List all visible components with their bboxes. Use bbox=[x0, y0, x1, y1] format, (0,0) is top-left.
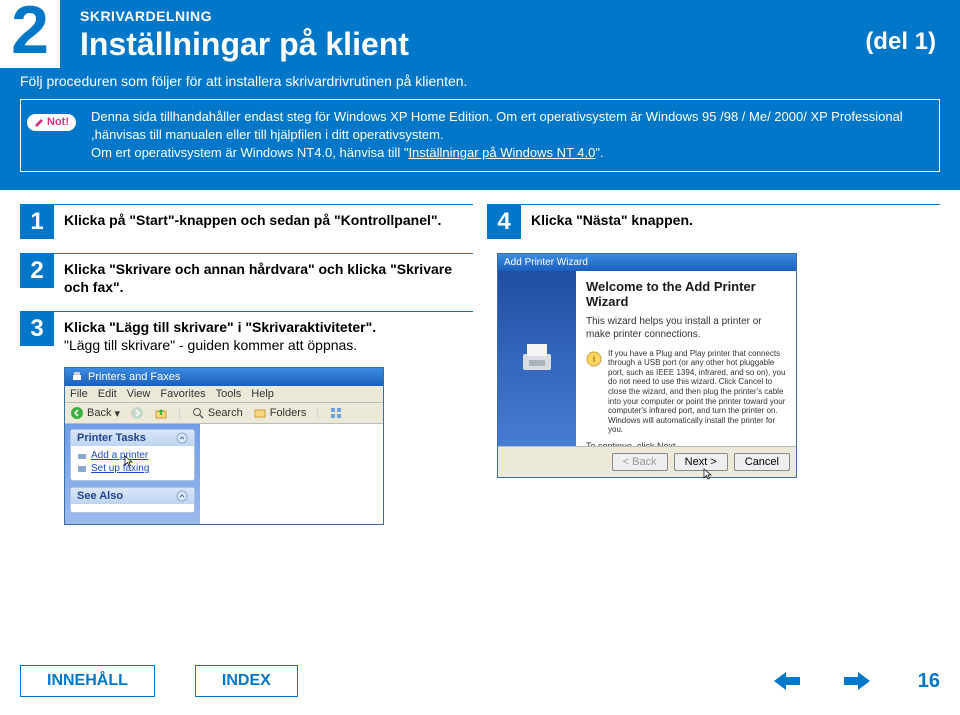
footer-nav: INNEHÅLL INDEX 16 bbox=[20, 665, 940, 697]
wizard-footer: < Back Next > Cancel bbox=[498, 446, 796, 477]
printer-graphic-icon bbox=[517, 338, 557, 378]
see-also-head: See Also bbox=[71, 488, 194, 504]
note-link[interactable]: Inställningar på Windows NT 4.0 bbox=[408, 145, 595, 160]
svg-text:i: i bbox=[593, 354, 595, 364]
part-label: (del 1) bbox=[865, 28, 936, 56]
step-number: 4 bbox=[487, 205, 521, 239]
left-column: 1 Klicka på "Start"-knappen och sedan på… bbox=[20, 204, 473, 526]
note-badge: Not! bbox=[27, 114, 76, 131]
page-header: 2 SKRIVARDELNING Inställningar på klient… bbox=[0, 0, 960, 190]
search-icon bbox=[191, 406, 205, 420]
step-text: Klicka "Skrivare och annan hårdvara" och… bbox=[64, 260, 473, 298]
step-number: 1 bbox=[20, 205, 54, 239]
note-text-2-suffix: ". bbox=[595, 145, 603, 160]
menu-help[interactable]: Help bbox=[251, 388, 274, 400]
step-4: 4 Klicka "Nästa" knappen. bbox=[487, 204, 940, 239]
menu-edit[interactable]: Edit bbox=[98, 388, 117, 400]
search-label: Search bbox=[208, 407, 243, 419]
folders-label: Folders bbox=[270, 407, 307, 419]
back-icon bbox=[70, 406, 84, 420]
index-button[interactable]: INDEX bbox=[195, 665, 298, 697]
cursor-icon bbox=[123, 454, 137, 468]
step-text: Klicka "Nästa" knappen. bbox=[531, 211, 693, 239]
step-text: Klicka på "Start"-knappen och sedan på "… bbox=[64, 211, 441, 239]
note-text-1: Denna sida tillhandahåller endast steg f… bbox=[91, 109, 903, 142]
step-subtext: "Lägg till skrivare" - guiden kommer att… bbox=[64, 337, 376, 353]
up-folder-icon[interactable] bbox=[154, 406, 168, 420]
pf-content-area bbox=[200, 424, 383, 524]
body-area: 1 Klicka på "Start"-knappen och sedan på… bbox=[0, 190, 960, 526]
pf-titlebar: Printers and Faxes bbox=[65, 368, 383, 386]
wizard-side-graphic bbox=[498, 271, 576, 446]
right-column: 4 Klicka "Nästa" knappen. Add Printer Wi… bbox=[487, 204, 940, 526]
note-box: Not! Denna sida tillhandahåller endast s… bbox=[20, 99, 940, 172]
wizard-cancel-button[interactable]: Cancel bbox=[734, 453, 790, 471]
prev-page-button[interactable] bbox=[772, 670, 802, 692]
wizard-main: Welcome to the Add Printer Wizard This w… bbox=[576, 271, 796, 446]
intro-text: Följ proceduren som följer för att insta… bbox=[20, 73, 940, 89]
pf-toolbar: Back ▾ | Search Folders | bbox=[65, 403, 383, 424]
folders-icon bbox=[253, 406, 267, 420]
collapse-icon[interactable] bbox=[176, 490, 188, 502]
printer-icon bbox=[71, 371, 83, 383]
step-number: 3 bbox=[20, 312, 54, 346]
page-title: Inställningar på klient bbox=[80, 26, 940, 63]
folders-button[interactable]: Folders bbox=[253, 406, 307, 420]
add-printer-text: Add a printer bbox=[91, 450, 148, 461]
search-button[interactable]: Search bbox=[191, 406, 243, 420]
cursor-icon bbox=[702, 467, 716, 481]
menu-favorites[interactable]: Favorites bbox=[160, 388, 205, 400]
add-printer-link[interactable]: Add a printer bbox=[77, 450, 188, 461]
wizard-intro-text: This wizard helps you install a printer … bbox=[586, 315, 786, 341]
add-printer-wizard-window: Add Printer Wizard Welcome to the Add Pr… bbox=[497, 253, 797, 478]
step-1: 1 Klicka på "Start"-knappen och sedan på… bbox=[20, 204, 473, 239]
pf-title-text: Printers and Faxes bbox=[88, 371, 180, 383]
section-label: SKRIVARDELNING bbox=[80, 8, 940, 24]
menu-file[interactable]: File bbox=[70, 388, 88, 400]
pf-body: Printer Tasks Add a printer Set up faxin… bbox=[65, 424, 383, 524]
wizard-info-text: If you have a Plug and Play printer that… bbox=[608, 349, 786, 435]
setup-faxing-text: Set up faxing bbox=[91, 463, 149, 474]
step-3: 3 Klicka "Lägg till skrivare" i "Skrivar… bbox=[20, 311, 473, 353]
printers-faxes-window: Printers and Faxes File Edit View Favori… bbox=[64, 367, 384, 525]
printer-tasks-head: Printer Tasks bbox=[71, 430, 194, 446]
page-number: 16 bbox=[918, 670, 940, 693]
see-also-panel: See Also bbox=[70, 487, 195, 513]
back-button[interactable]: Back ▾ bbox=[70, 406, 120, 420]
menu-tools[interactable]: Tools bbox=[216, 388, 242, 400]
step-text: Klicka "Lägg till skrivare" i "Skrivarak… bbox=[64, 318, 376, 337]
menu-view[interactable]: View bbox=[127, 388, 151, 400]
info-icon: i bbox=[586, 351, 602, 367]
views-icon[interactable] bbox=[329, 406, 343, 420]
next-page-button[interactable] bbox=[842, 670, 872, 692]
printer-tasks-panel: Printer Tasks Add a printer Set up faxin… bbox=[70, 429, 195, 481]
step-number: 2 bbox=[20, 254, 54, 288]
note-text-2-prefix: Om ert operativsystem är Windows NT4.0, … bbox=[91, 145, 408, 160]
step-2: 2 Klicka "Skrivare och annan hårdvara" o… bbox=[20, 253, 473, 298]
wizard-heading: Welcome to the Add Printer Wizard bbox=[586, 279, 786, 309]
forward-icon[interactable] bbox=[130, 406, 144, 420]
wizard-info-block: i If you have a Plug and Play printer th… bbox=[586, 349, 786, 435]
back-label: Back bbox=[87, 407, 111, 419]
pencil-icon bbox=[34, 118, 44, 128]
wizard-next-button[interactable]: Next > bbox=[674, 453, 728, 471]
pf-menubar: File Edit View Favorites Tools Help bbox=[65, 386, 383, 403]
chapter-number: 2 bbox=[0, 0, 60, 68]
wizard-titlebar: Add Printer Wizard bbox=[498, 254, 796, 271]
fax-icon bbox=[77, 464, 87, 474]
pf-side-panel: Printer Tasks Add a printer Set up faxin… bbox=[65, 424, 200, 524]
contents-button[interactable]: INNEHÅLL bbox=[20, 665, 155, 697]
wizard-body: Welcome to the Add Printer Wizard This w… bbox=[498, 271, 796, 446]
note-badge-text: Not! bbox=[47, 115, 69, 130]
wizard-back-button: < Back bbox=[612, 453, 668, 471]
printer-icon bbox=[77, 451, 87, 461]
collapse-icon[interactable] bbox=[176, 432, 188, 444]
